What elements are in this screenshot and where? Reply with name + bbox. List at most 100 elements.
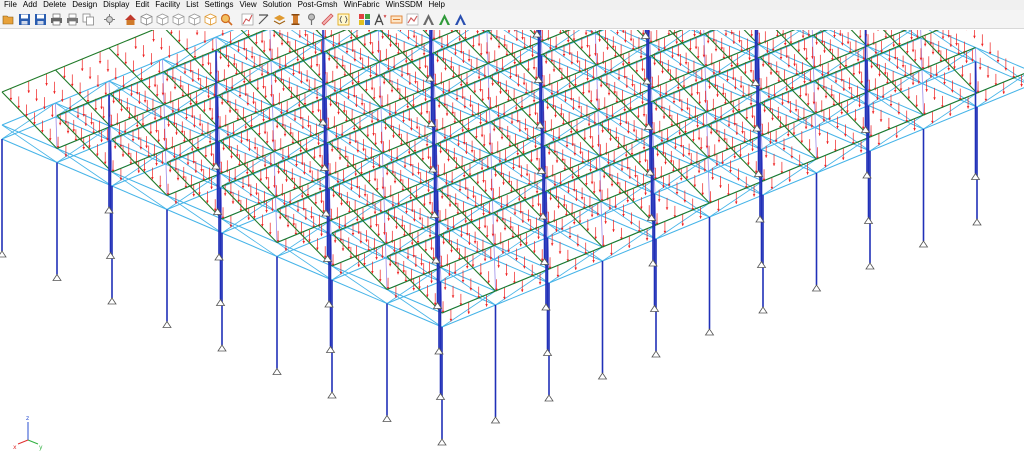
load-arrowhead bbox=[210, 153, 213, 157]
menu-post-gmsh[interactable]: Post-Gmsh bbox=[295, 0, 341, 10]
load-arrowhead bbox=[547, 152, 551, 155]
load-arrowhead bbox=[155, 130, 158, 133]
cube-outline-icon[interactable] bbox=[156, 13, 169, 26]
purlin-line bbox=[599, 155, 602, 202]
load-arrowhead bbox=[557, 205, 560, 209]
print-icon[interactable] bbox=[50, 13, 63, 26]
menu-winssdm[interactable]: WinSSDM bbox=[383, 0, 426, 10]
load-arrowhead bbox=[794, 109, 798, 112]
menu-design[interactable]: Design bbox=[69, 0, 100, 10]
truss-chord bbox=[1, 124, 58, 149]
text-format-icon[interactable] bbox=[374, 12, 387, 26]
menu-file[interactable]: File bbox=[0, 0, 20, 10]
load-arrowhead bbox=[330, 149, 334, 152]
chart-icon[interactable] bbox=[241, 13, 254, 26]
load-arrowhead bbox=[793, 63, 796, 67]
load-arrowhead bbox=[535, 191, 539, 194]
load-arrowhead bbox=[653, 62, 656, 66]
load-arrowhead bbox=[88, 76, 92, 80]
load-arrowhead bbox=[764, 155, 768, 158]
menu-view[interactable]: View bbox=[236, 0, 259, 10]
load-arrowhead bbox=[587, 90, 591, 94]
purlin-line bbox=[275, 196, 278, 243]
load-arrowhead bbox=[332, 194, 335, 198]
menu-facility[interactable]: Facility bbox=[152, 0, 183, 10]
menu-edit[interactable]: Edit bbox=[132, 0, 152, 10]
load-arrowhead bbox=[145, 145, 148, 149]
bracket-icon[interactable] bbox=[337, 13, 350, 26]
pin-icon[interactable] bbox=[305, 13, 318, 26]
load-arrowhead bbox=[359, 57, 362, 61]
truss-chord bbox=[547, 223, 603, 248]
menu-list[interactable]: List bbox=[183, 0, 201, 10]
menu-delete[interactable]: Delete bbox=[40, 0, 69, 10]
load-arrowhead bbox=[519, 244, 523, 247]
load-arrowhead bbox=[751, 115, 754, 119]
load-arrowhead bbox=[610, 183, 614, 187]
grid-color-icon[interactable] bbox=[358, 13, 371, 26]
load-arrowhead bbox=[948, 113, 952, 116]
model-viewport[interactable]: zyx bbox=[0, 30, 1024, 466]
load-arrowhead bbox=[482, 180, 485, 183]
label-icon[interactable] bbox=[390, 13, 403, 26]
load-arrowhead bbox=[315, 64, 319, 67]
menu-solution[interactable]: Solution bbox=[260, 0, 295, 10]
purlin-line bbox=[162, 58, 165, 105]
truss-chord bbox=[1, 102, 56, 126]
load-arrowhead bbox=[521, 37, 524, 40]
cube-icon[interactable] bbox=[140, 13, 153, 26]
save-as-icon[interactable] bbox=[34, 13, 47, 26]
menu-settings[interactable]: Settings bbox=[202, 0, 237, 10]
load-arrowhead bbox=[299, 150, 303, 153]
load-arrowhead bbox=[499, 91, 502, 94]
load-arrowhead bbox=[537, 236, 540, 240]
load-arrowhead bbox=[826, 141, 829, 144]
zoom-icon[interactable] bbox=[220, 13, 233, 26]
cube-side-icon[interactable] bbox=[188, 13, 201, 26]
load-arrowhead bbox=[699, 216, 702, 219]
load-arrowhead bbox=[749, 70, 753, 73]
load-arrowhead bbox=[657, 199, 661, 202]
load-arrowhead bbox=[676, 87, 680, 90]
diagonal-icon[interactable] bbox=[257, 13, 270, 26]
structure-3d-view[interactable]: zyx bbox=[0, 30, 1024, 466]
load-arrowhead bbox=[878, 73, 881, 77]
cube-front-icon[interactable] bbox=[172, 13, 185, 26]
load-arrowhead bbox=[665, 207, 669, 210]
open-folder-icon[interactable] bbox=[2, 13, 15, 26]
truss-chord bbox=[761, 149, 817, 174]
menu-add[interactable]: Add bbox=[20, 0, 40, 10]
layers-icon[interactable] bbox=[273, 13, 286, 26]
menu-help[interactable]: Help bbox=[425, 0, 447, 10]
menu-display[interactable]: Display bbox=[100, 0, 132, 10]
letter-a-blue-icon[interactable] bbox=[454, 13, 467, 26]
load-arrowhead bbox=[45, 83, 48, 86]
house-icon[interactable] bbox=[124, 13, 137, 26]
load-arrowhead bbox=[859, 150, 863, 153]
load-arrowhead bbox=[818, 133, 821, 136]
load-arrowhead bbox=[947, 68, 951, 71]
save-icon[interactable] bbox=[18, 13, 31, 26]
load-arrowhead bbox=[389, 44, 392, 47]
load-arrowhead bbox=[373, 178, 377, 182]
load-arrowhead bbox=[631, 84, 634, 87]
letter-a-green-icon[interactable] bbox=[438, 13, 451, 26]
column-icon[interactable] bbox=[289, 13, 302, 26]
truss-chord bbox=[933, 30, 976, 48]
load-arrowhead bbox=[412, 35, 416, 39]
load-arrowhead bbox=[502, 182, 505, 185]
wizard-icon[interactable] bbox=[103, 13, 116, 26]
load-arrowhead bbox=[534, 145, 537, 149]
truss-chord bbox=[707, 157, 764, 182]
letter-a-gray-icon[interactable] bbox=[422, 13, 435, 26]
menu-winfabric[interactable]: WinFabric bbox=[341, 0, 383, 10]
print-preview-icon[interactable] bbox=[66, 13, 79, 26]
truss-chord bbox=[111, 171, 168, 196]
copy-icon[interactable] bbox=[82, 13, 95, 26]
cube-color-icon[interactable] bbox=[204, 13, 217, 26]
image-icon[interactable] bbox=[406, 13, 419, 26]
truss-chord bbox=[386, 289, 443, 314]
ruler-icon[interactable] bbox=[321, 12, 334, 26]
load-arrowhead bbox=[464, 220, 468, 223]
load-arrowhead bbox=[337, 111, 340, 115]
